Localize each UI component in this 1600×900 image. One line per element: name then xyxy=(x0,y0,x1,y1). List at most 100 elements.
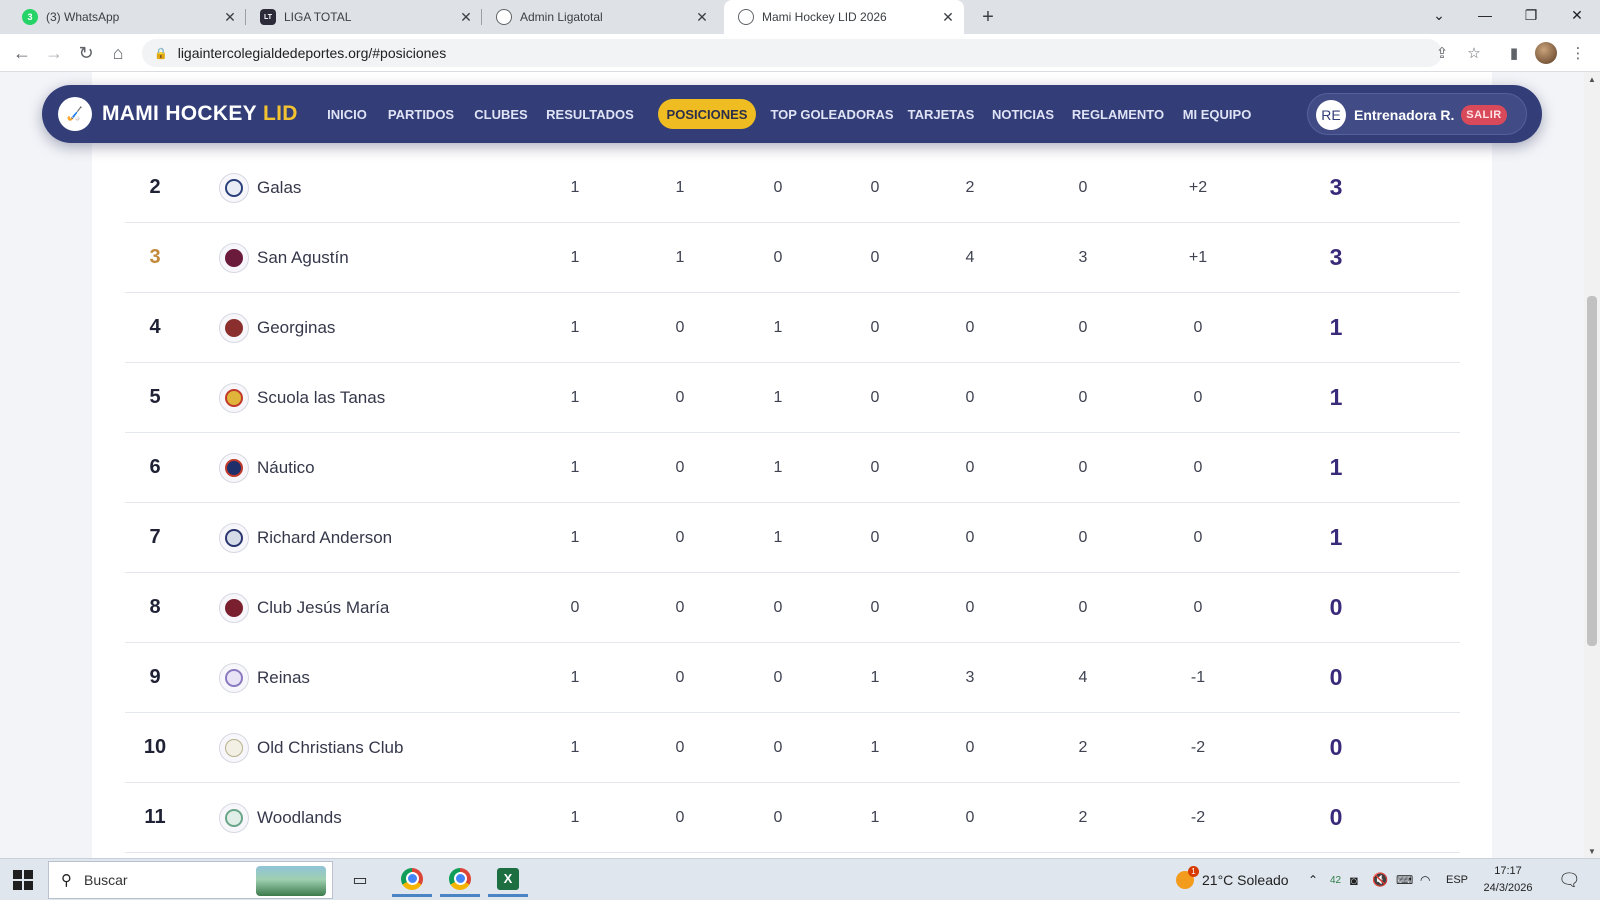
notifications-icon[interactable]: 🗨 xyxy=(1558,859,1581,900)
stat-gf-cell: 0 xyxy=(965,598,975,616)
team-cell[interactable]: Woodlands xyxy=(219,782,549,853)
close-icon[interactable]: ✕ xyxy=(940,9,956,25)
tab-title: Mami Hockey LID 2026 xyxy=(762,10,887,24)
stat-dg-cell: 0 xyxy=(1193,598,1203,616)
share-icon[interactable]: ⇪ xyxy=(1430,41,1454,65)
team-crest-icon xyxy=(219,662,249,693)
minimize-button[interactable]: — xyxy=(1462,0,1508,30)
table-row: 4 Georginas 1 0 1 0 0 0 0 1 xyxy=(125,292,1460,363)
close-icon[interactable]: ✕ xyxy=(458,9,474,25)
window-close-button[interactable]: ✕ xyxy=(1554,0,1600,30)
clock-time: 17:17 xyxy=(1494,865,1522,877)
team-name: Old Christians Club xyxy=(257,737,404,757)
menu-dots-icon[interactable]: ⋮ xyxy=(1566,41,1590,65)
stat-pp-cell: 0 xyxy=(870,248,880,266)
forward-arrow-icon[interactable]: → xyxy=(42,41,66,65)
team-cell[interactable]: Reinas xyxy=(219,642,549,713)
stat-dg-cell: -1 xyxy=(1190,668,1206,686)
team-cell[interactable]: Galas xyxy=(219,152,549,223)
page-scrollbar[interactable]: ▲ ▼ xyxy=(1584,72,1600,858)
stat-pe-cell: 0 xyxy=(773,598,783,616)
stat-gc-cell: 4 xyxy=(1078,668,1088,686)
chrome-profile-icon[interactable] xyxy=(440,863,480,897)
nav-noticias[interactable]: NOTICIAS xyxy=(988,99,1058,129)
taskbar-clock[interactable]: 17:17 24/3/2026 xyxy=(1478,863,1538,897)
scroll-down-arrow-icon[interactable]: ▼ xyxy=(1584,844,1600,858)
stat-gf-cell: 0 xyxy=(965,318,975,336)
stat-pp-cell: 1 xyxy=(870,668,880,686)
team-name: Galas xyxy=(257,177,302,197)
wifi-icon[interactable]: ◠ xyxy=(1420,859,1430,900)
bookmark-star-icon[interactable]: ☆ xyxy=(1462,41,1486,65)
address-bar[interactable]: 🔒 ligaintercolegialdedeportes.org/#posic… xyxy=(142,39,1442,67)
weather-widget[interactable]: 1 21°C Soleado xyxy=(1176,859,1289,900)
stat-dg-cell: +1 xyxy=(1188,248,1208,266)
nav-inicio[interactable]: INICIO xyxy=(320,99,374,129)
tab-whatsapp[interactable]: 3 (3) WhatsApp ✕ xyxy=(8,0,246,34)
tab-mami-hockey[interactable]: Mami Hockey LID 2026 ✕ xyxy=(724,0,964,34)
new-tab-button[interactable]: + xyxy=(976,5,1000,29)
stat-pe-cell: 1 xyxy=(773,458,783,476)
nav-mi-equipo[interactable]: MI EQUIPO xyxy=(1176,99,1258,129)
nav-top-goleadoras[interactable]: TOP GOLEADORAS xyxy=(768,99,896,129)
team-name: Scuola las Tanas xyxy=(257,387,386,407)
task-view-icon[interactable]: ▭ xyxy=(340,863,380,897)
reload-icon[interactable]: ↻ xyxy=(74,41,98,65)
tab-liga-total[interactable]: LT LIGA TOTAL ✕ xyxy=(246,0,482,34)
brand-title[interactable]: MAMI HOCKEY LID xyxy=(102,85,298,143)
team-cell[interactable]: Old Christians Club xyxy=(219,712,549,783)
nav-partidos[interactable]: PARTIDOS xyxy=(382,99,460,129)
site-logo-icon[interactable]: 🏑 xyxy=(58,97,92,131)
scroll-up-arrow-icon[interactable]: ▲ xyxy=(1584,72,1600,86)
team-cell[interactable]: Club Jesús María xyxy=(219,572,549,643)
stat-gf-cell: 0 xyxy=(965,458,975,476)
input-method-icon[interactable]: ⌨ xyxy=(1396,859,1413,900)
logout-button[interactable]: SALIR xyxy=(1461,105,1507,125)
tab-admin-ligatotal[interactable]: Admin Ligatotal ✕ xyxy=(482,0,718,34)
close-icon[interactable]: ✕ xyxy=(694,9,710,25)
nav-resultados[interactable]: RESULTADOS xyxy=(542,99,638,129)
restore-button[interactable]: ❐ xyxy=(1508,0,1554,30)
team-cell[interactable]: Scuola las Tanas xyxy=(219,362,549,433)
brand-accent: LID xyxy=(262,102,298,125)
back-arrow-icon[interactable]: ← xyxy=(10,41,34,65)
team-cell[interactable]: Richard Anderson xyxy=(219,502,549,573)
close-icon[interactable]: ✕ xyxy=(222,9,238,25)
position-cell: 9 xyxy=(149,666,161,688)
nav-clubes[interactable]: CLUBES xyxy=(470,99,532,129)
site-header: 🏑 MAMI HOCKEY LID INICIO PARTIDOS CLUBES… xyxy=(42,85,1542,143)
tab-search-chevron-icon[interactable]: ⌄ xyxy=(1416,0,1462,30)
nav-reglamento[interactable]: REGLAMENTO xyxy=(1072,99,1164,129)
show-hidden-icons-chevron-icon[interactable]: ⌃ xyxy=(1308,859,1318,900)
chrome-icon[interactable] xyxy=(392,863,432,897)
stat-pe-cell: 0 xyxy=(773,668,783,686)
volume-muted-icon[interactable]: 🔇 xyxy=(1372,859,1388,900)
profile-avatar[interactable] xyxy=(1534,41,1558,65)
nav-posiciones[interactable]: POSICIONES xyxy=(658,99,756,129)
taskbar-search-input[interactable]: ⚲ Buscar xyxy=(48,861,333,899)
position-cell: 3 xyxy=(149,246,161,268)
team-cell[interactable]: San Agustín xyxy=(219,222,549,293)
home-icon[interactable]: ⌂ xyxy=(106,41,130,65)
language-indicator[interactable]: ESP xyxy=(1446,859,1468,900)
windows-start-icon[interactable] xyxy=(8,865,38,895)
user-avatar[interactable]: RE xyxy=(1316,100,1346,130)
camera-icon[interactable]: ◙ xyxy=(1350,859,1358,900)
side-panel-icon[interactable]: ▮ xyxy=(1502,41,1526,65)
nav-tarjetas[interactable]: TARJETAS xyxy=(906,99,976,129)
stat-gc-cell: 0 xyxy=(1078,458,1088,476)
table-row: 10 Old Christians Club 1 0 0 1 0 2 -2 0 xyxy=(125,712,1460,783)
table-row: 7 Richard Anderson 1 0 1 0 0 0 0 1 xyxy=(125,502,1460,573)
points-cell: 1 xyxy=(1329,524,1343,550)
position-cell: 7 xyxy=(149,526,161,548)
stat-gc-cell: 2 xyxy=(1078,808,1088,826)
stat-gc-cell: 0 xyxy=(1078,528,1088,546)
stat-pe-cell: 1 xyxy=(773,318,783,336)
position-cell: 6 xyxy=(149,456,161,478)
excel-icon[interactable]: X xyxy=(488,863,528,897)
team-cell[interactable]: Náutico xyxy=(219,432,549,503)
tray-count[interactable]: 42 xyxy=(1330,859,1341,900)
team-cell[interactable]: Georginas xyxy=(219,292,549,363)
team-name: Club Jesús María xyxy=(257,597,390,617)
scroll-thumb[interactable] xyxy=(1587,296,1597,646)
